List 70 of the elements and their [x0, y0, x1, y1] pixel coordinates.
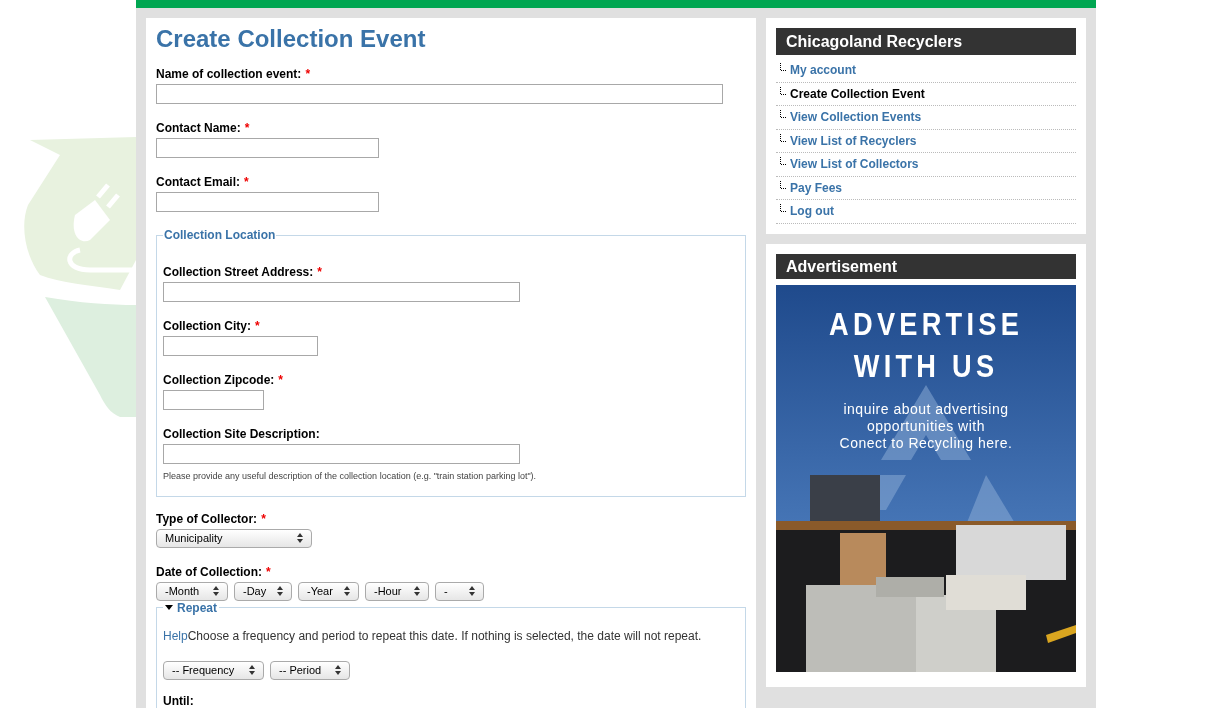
ad-headline: WITH US: [853, 346, 999, 386]
updown-arrows-icon: [213, 586, 219, 596]
field-label: Collection Site Description:: [163, 426, 320, 442]
help-link[interactable]: Help: [163, 628, 188, 643]
ad-headline: ADVERTISE: [829, 304, 1023, 344]
required-mark: *: [261, 510, 266, 527]
tree-branch-icon: [780, 86, 786, 95]
field-label: Collection City:: [163, 318, 251, 334]
sidebar-link[interactable]: My account: [790, 63, 856, 77]
help-text: Please provide any useful description of the collection location (e.g. "train station parking lot").: [163, 470, 538, 483]
input-field[interactable]: [163, 390, 264, 410]
block-title: Chicagoland Recyclers: [776, 28, 1076, 55]
block-title: Advertisement: [776, 253, 1076, 279]
tree-branch-icon: [780, 204, 786, 212]
updown-arrows-icon: [277, 586, 283, 596]
tree-branch-icon: [780, 133, 786, 142]
sidebar-link[interactable]: Pay Fees: [790, 180, 843, 195]
input-field[interactable]: [156, 192, 379, 212]
input-field[interactable]: [163, 336, 318, 356]
required-mark: *: [244, 174, 249, 190]
input-field[interactable]: [163, 444, 520, 464]
ad-text: opportunities with: [867, 417, 985, 435]
field-label: Date of Collection:: [156, 563, 262, 580]
updown-arrows-icon: [297, 533, 303, 543]
sidebar-link[interactable]: View Collection Events: [790, 110, 922, 124]
required-mark: *: [266, 563, 271, 580]
page-title: Create Collection Event: [156, 24, 427, 54]
expanded-triangle-icon[interactable]: [165, 605, 173, 610]
dropdown[interactable]: -- Frequency: [163, 660, 264, 680]
updown-arrows-icon: [249, 665, 255, 675]
updown-arrows-icon: [414, 586, 420, 596]
sidebar-link[interactable]: Log out: [790, 204, 834, 218]
updown-arrows-icon: [344, 586, 350, 596]
ad-text: inquire about advertising: [843, 400, 1009, 418]
required-mark: *: [305, 66, 311, 82]
field-label: Collection Zipcode:: [163, 372, 275, 388]
dropdown[interactable]: -: [435, 581, 484, 601]
field-label: Until:: [163, 693, 194, 708]
dropdown[interactable]: -Hour: [365, 581, 429, 601]
input-field[interactable]: [156, 138, 379, 158]
dropdown[interactable]: -Year: [298, 581, 359, 601]
required-mark: *: [278, 372, 283, 388]
required-mark: *: [317, 264, 322, 280]
sidebar-link[interactable]: View List of Recyclers: [790, 133, 917, 148]
required-mark: *: [255, 318, 260, 334]
updown-arrows-icon: [469, 586, 475, 596]
field-label: Contact Email:: [156, 174, 240, 190]
fieldset-legend[interactable]: Repeat: [177, 600, 217, 615]
field-label: Collection Street Address:: [163, 264, 314, 280]
sidebar-link[interactable]: Create Collection Event: [790, 86, 925, 101]
dropdown[interactable]: Municipality: [156, 528, 312, 548]
sidebar-link[interactable]: View List of Collectors: [790, 157, 919, 171]
fieldset-legend: Collection Location: [163, 228, 277, 242]
tree-branch-icon: [780, 157, 786, 165]
ad-text: Conect to Recycling here.: [839, 434, 1013, 452]
updown-arrows-icon: [335, 665, 341, 675]
dropdown[interactable]: -Month: [156, 581, 228, 601]
help-text: Choose a frequency and period to repeat this date. If nothing is selected, the date will not repeat.: [187, 628, 702, 643]
field-label: Type of Collector:: [156, 510, 258, 527]
dropdown[interactable]: -- Period: [270, 660, 350, 680]
field-label: Contact Name:: [156, 120, 241, 136]
tree-branch-icon: [780, 180, 786, 189]
required-mark: *: [244, 120, 250, 136]
tree-branch-icon: [780, 110, 786, 118]
dropdown[interactable]: -Day: [234, 581, 292, 601]
input-field[interactable]: [156, 84, 723, 104]
input-field[interactable]: [163, 282, 520, 302]
advertisement-banner[interactable]: ADVERTISE WITH US inquire about advertising opportunities with Conect to Recycling here.: [776, 284, 1076, 672]
tree-branch-icon: [780, 63, 786, 71]
field-label: Name of collection event:: [156, 66, 302, 82]
